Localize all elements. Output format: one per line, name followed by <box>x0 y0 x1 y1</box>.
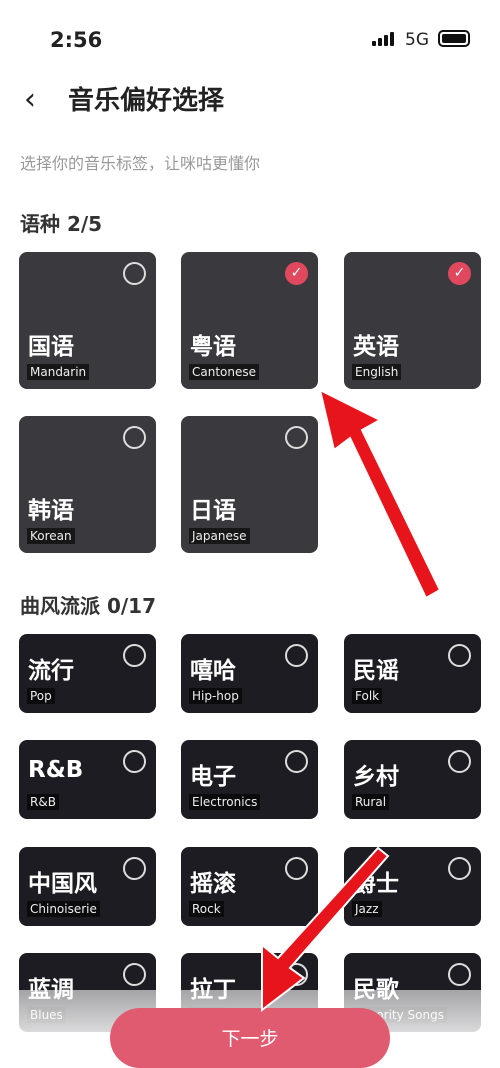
tag-english-name: Japanese <box>189 528 250 544</box>
unchecked-circle-icon[interactable] <box>285 857 308 880</box>
tag-english-name: Korean <box>27 528 75 544</box>
unchecked-circle-icon[interactable] <box>123 750 146 773</box>
tag-name: 民谣 <box>353 658 399 684</box>
language-section-label: 语种 2/5 <box>20 212 103 236</box>
arrow-up-icon <box>318 388 442 600</box>
tag-name: 中国风 <box>28 871 97 897</box>
battery-icon <box>438 30 470 47</box>
network-type: 5G <box>405 30 429 50</box>
tag-english-name: Folk <box>352 688 383 704</box>
unchecked-circle-icon[interactable] <box>123 963 146 986</box>
tag-english-name: Cantonese <box>189 364 260 380</box>
tag-card[interactable]: 民谣 Folk <box>344 634 481 713</box>
tag-english-name: Rural <box>352 794 390 810</box>
unchecked-circle-icon[interactable] <box>448 857 471 880</box>
unchecked-circle-icon[interactable] <box>123 644 146 667</box>
tag-name: 国语 <box>28 334 74 360</box>
tag-card[interactable]: 韩语 Korean <box>19 416 156 553</box>
tag-english-name: Hip-hop <box>189 688 242 704</box>
tag-card[interactable]: 流行 Pop <box>19 634 156 713</box>
clock: 2:56 <box>50 28 103 52</box>
tag-name: R&B <box>28 757 84 783</box>
unchecked-circle-icon[interactable] <box>448 750 471 773</box>
tag-card[interactable]: ✓ 粤语 Cantonese <box>181 252 318 389</box>
tag-name: 粤语 <box>190 334 236 360</box>
tag-name: 韩语 <box>28 498 74 524</box>
unchecked-circle-icon[interactable] <box>448 644 471 667</box>
signal-icon <box>372 32 394 46</box>
unchecked-circle-icon[interactable] <box>448 963 471 986</box>
tag-english-name: Jazz <box>352 901 382 917</box>
page-subtitle: 选择你的音乐标签，让咪咕更懂你 <box>20 154 261 173</box>
tag-card[interactable]: 乡村 Rural <box>344 740 481 819</box>
status-bar: 2:56 5G <box>0 0 500 80</box>
unchecked-circle-icon[interactable] <box>123 262 146 285</box>
unchecked-circle-icon[interactable] <box>285 963 308 986</box>
tag-name: 电子 <box>190 764 236 790</box>
tag-name: 流行 <box>28 658 74 684</box>
tag-english-name: R&B <box>27 794 59 810</box>
tag-card[interactable]: 中国风 Chinoiserie <box>19 847 156 926</box>
checkmark-icon[interactable]: ✓ <box>448 262 471 285</box>
tag-english-name: Pop <box>27 688 55 704</box>
unchecked-circle-icon[interactable] <box>123 857 146 880</box>
back-button[interactable]: ‹ <box>24 82 36 117</box>
tag-english-name: Rock <box>189 901 224 917</box>
tag-card[interactable]: 日语 Japanese <box>181 416 318 553</box>
tag-name: 英语 <box>353 334 399 360</box>
tag-card[interactable]: ✓ 英语 English <box>344 252 481 389</box>
tag-name: 乡村 <box>353 764 399 790</box>
tag-english-name: Mandarin <box>27 364 90 380</box>
tag-name: 嘻哈 <box>190 658 236 684</box>
tag-english-name: Chinoiserie <box>27 901 100 917</box>
checkmark-icon[interactable]: ✓ <box>285 262 308 285</box>
tag-card[interactable]: 摇滚 Rock <box>181 847 318 926</box>
tag-english-name: English <box>352 364 402 380</box>
genre-section-label: 曲风流派 0/17 <box>20 594 157 618</box>
tag-name: 日语 <box>190 498 236 524</box>
tag-name: 爵士 <box>353 871 399 897</box>
unchecked-circle-icon[interactable] <box>285 644 308 667</box>
tag-english-name: Electronics <box>189 794 261 810</box>
page-title: 音乐偏好选择 <box>68 86 225 116</box>
tag-name: 摇滚 <box>190 871 236 897</box>
tag-card[interactable]: R&B R&B <box>19 740 156 819</box>
unchecked-circle-icon[interactable] <box>123 426 146 449</box>
tag-card[interactable]: 国语 Mandarin <box>19 252 156 389</box>
tag-card[interactable]: 爵士 Jazz <box>344 847 481 926</box>
unchecked-circle-icon[interactable] <box>285 426 308 449</box>
next-button[interactable]: 下一步 <box>110 1008 390 1068</box>
unchecked-circle-icon[interactable] <box>285 750 308 773</box>
tag-card[interactable]: 嘻哈 Hip-hop <box>181 634 318 713</box>
tag-card[interactable]: 电子 Electronics <box>181 740 318 819</box>
